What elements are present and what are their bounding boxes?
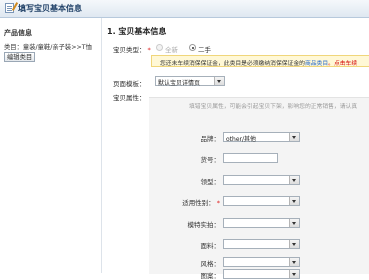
chevron-down-icon (289, 133, 299, 141)
chevron-down-icon (289, 176, 299, 184)
model-shot-select[interactable] (223, 218, 300, 228)
fabric-select[interactable] (223, 239, 300, 249)
category-path: 类目：童装/童鞋/亲子装>>T恤 (4, 44, 92, 51)
template-select-value: 默认宝贝详情页 (158, 80, 201, 87)
template-label: 页面模板： (113, 80, 146, 88)
radio-new-label: 全新 (165, 46, 178, 54)
product-info-title: 产品信息 (4, 29, 32, 37)
deposit-notice: 您还未车续消保保证金，此类目是必须缴纳消保保证金的商品类目。点击车续 (151, 55, 369, 67)
attributes-hint: 填错宝贝属性，可能会引起宝贝下架，影响您的正常销售，请认真 (189, 104, 358, 110)
chevron-down-icon (289, 258, 299, 266)
model-shot-label: 模特实拍： (187, 221, 221, 229)
chevron-down-icon (214, 77, 224, 85)
radio-new[interactable] (156, 44, 163, 51)
collar-select[interactable] (223, 175, 300, 185)
chevron-down-icon (289, 219, 299, 227)
brand-label: 品牌： (200, 135, 221, 143)
item-number-input[interactable] (223, 153, 278, 163)
item-number-label: 货号： (200, 156, 221, 164)
chevron-down-icon (289, 197, 299, 205)
pattern-select[interactable] (223, 269, 300, 279)
radio-used[interactable] (189, 44, 196, 51)
deposit-notice-text: 您还未车续消保保证金，此类目是必须缴纳消保保证金的商品类目。点击车续 (160, 61, 358, 67)
category-link[interactable]: 商品类目 (305, 61, 328, 66)
attributes-panel: 填错宝贝属性，可能会引起宝贝下架，影响您的正常销售，请认真 品牌： other/… (149, 97, 369, 280)
edit-form-icon (5, 3, 14, 13)
sidebar: 产品信息 类目：童装/童鞋/亲子装>>T恤 编辑类目 (0, 18, 102, 273)
brand-select-value: other/其他 (226, 136, 257, 143)
gender-label: 适用性别： * (182, 199, 220, 207)
gender-select[interactable] (223, 196, 300, 206)
page-header: 填写宝贝基本信息 (0, 0, 369, 18)
edit-category-button[interactable]: 编辑类目 (4, 52, 36, 62)
main-form: 1. 宝贝基本信息 宝贝类型： * 全新 二手 您还未车续消保保证金，此类目是必须… (103, 18, 369, 280)
attributes-label: 宝贝属性： (113, 94, 146, 102)
chevron-down-icon (289, 270, 299, 278)
item-type-label: 宝贝类型： * (113, 46, 151, 54)
page-title: 填写宝贝基本信息 (18, 4, 82, 13)
style-label: 风格： (200, 260, 221, 268)
collar-label: 领型： (200, 178, 221, 186)
template-select[interactable]: 默认宝贝详情页 (155, 76, 225, 87)
chevron-down-icon (289, 240, 299, 248)
brand-select[interactable]: other/其他 (223, 132, 300, 143)
radio-used-label: 二手 (198, 46, 211, 54)
style-select[interactable] (223, 257, 300, 267)
fabric-label: 面料： (200, 242, 221, 250)
pattern-label: 图案： (200, 272, 221, 280)
section-title: 1. 宝贝基本信息 (107, 27, 167, 36)
